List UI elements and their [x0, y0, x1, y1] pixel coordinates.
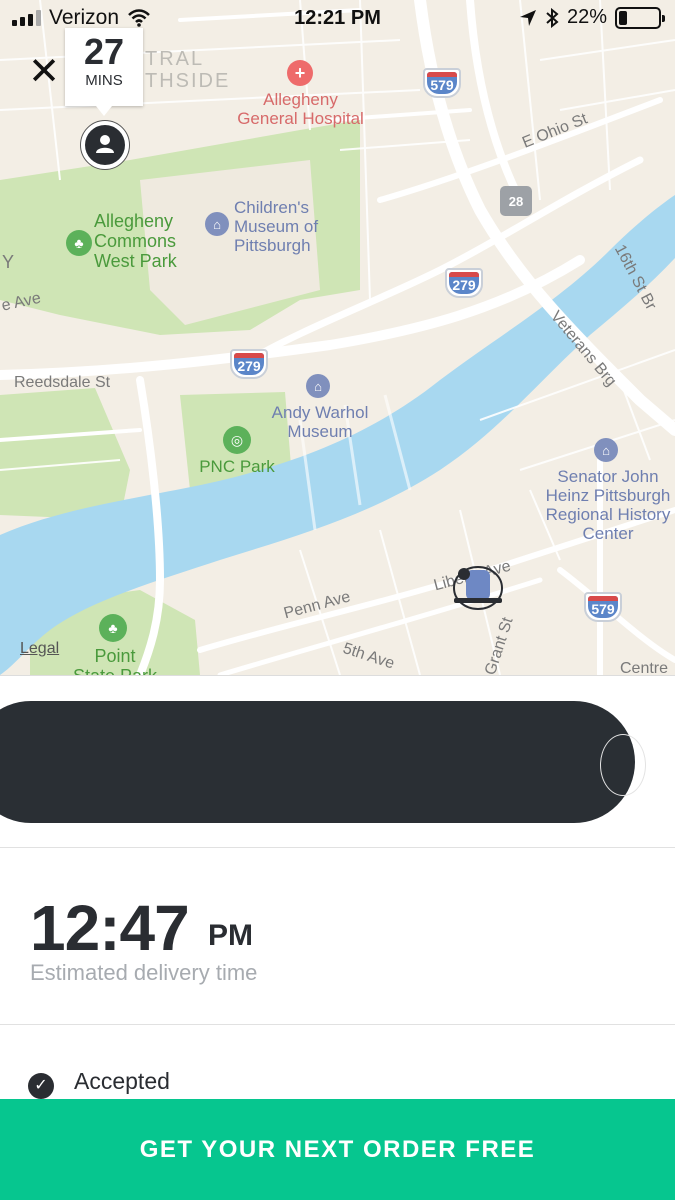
divider [0, 847, 675, 848]
district-label-bottom: THSIDE [145, 70, 231, 92]
divider [0, 1024, 675, 1025]
point-state-park-label: PointState Park [73, 646, 157, 675]
map-legal-link[interactable]: Legal [20, 640, 59, 658]
park-tree-icon: ♣ [66, 230, 92, 256]
close-button[interactable]: ✕ [24, 52, 64, 92]
battery-level [619, 10, 627, 25]
highway-shield-icon: 579 [423, 68, 461, 98]
museum-icon: ⌂ [594, 438, 618, 462]
highway-shield-icon: 279 [445, 268, 483, 298]
step-accepted-label: Accepted [74, 1068, 170, 1094]
hospital-icon: + [287, 60, 313, 86]
delivery-time-caption: Estimated delivery time [30, 960, 258, 985]
delivery-time: 12:47 [30, 892, 190, 964]
park-tree-icon: ♣ [99, 614, 127, 642]
commons-park-label: Allegheny Commons West Park [94, 211, 177, 272]
redacted-restaurant-info [0, 701, 635, 823]
route-28-shield-icon: 28 [500, 186, 532, 216]
next-order-free-button[interactable]: GET YOUR NEXT ORDER FREE [0, 1099, 675, 1200]
childrens-museum-label: Children's Museum of Pittsburgh [234, 198, 319, 256]
battery-icon [615, 6, 665, 29]
museum-icon: ⌂ [306, 374, 330, 398]
location-arrow-icon [519, 9, 536, 26]
street-label-y: Y [2, 252, 15, 272]
person-icon [85, 125, 125, 165]
eta-badge: 27 MINS [65, 28, 143, 116]
street-label-reedsdale: Reedsdale St [14, 374, 111, 391]
checkmark-icon: ✓ [28, 1073, 54, 1099]
museum-icon: ⌂ [205, 212, 229, 236]
highway-shield-icon: 279 [230, 349, 268, 379]
eta-unit: MINS [85, 72, 123, 89]
stadium-icon: ◎ [223, 426, 251, 454]
street-label-centre: Centre [620, 660, 669, 675]
heinz-center-label: Senator John Heinz Pittsburgh Regional His… [545, 467, 671, 544]
pnc-park-label: PNC Park [199, 457, 275, 476]
warhol-museum-label: Andy Warhol Museum [271, 403, 369, 442]
delivery-time-ampm: PM [208, 919, 253, 952]
hospital-label: Allegheny General Hospital [237, 90, 364, 129]
courier-scooter-icon [453, 566, 503, 610]
customer-location-pin[interactable] [80, 120, 130, 170]
district-label-top: TRAL [145, 48, 205, 70]
delivery-map[interactable]: TRAL THSIDE + Allegheny General Hospital … [0, 0, 675, 675]
redacted-edge-outline [600, 734, 646, 796]
highway-shield-icon: 579 [584, 592, 622, 622]
status-bar: Verizon 12:21 PM 22% [0, 0, 675, 38]
bluetooth-icon [546, 7, 559, 28]
battery-percent: 22% [566, 6, 607, 28]
